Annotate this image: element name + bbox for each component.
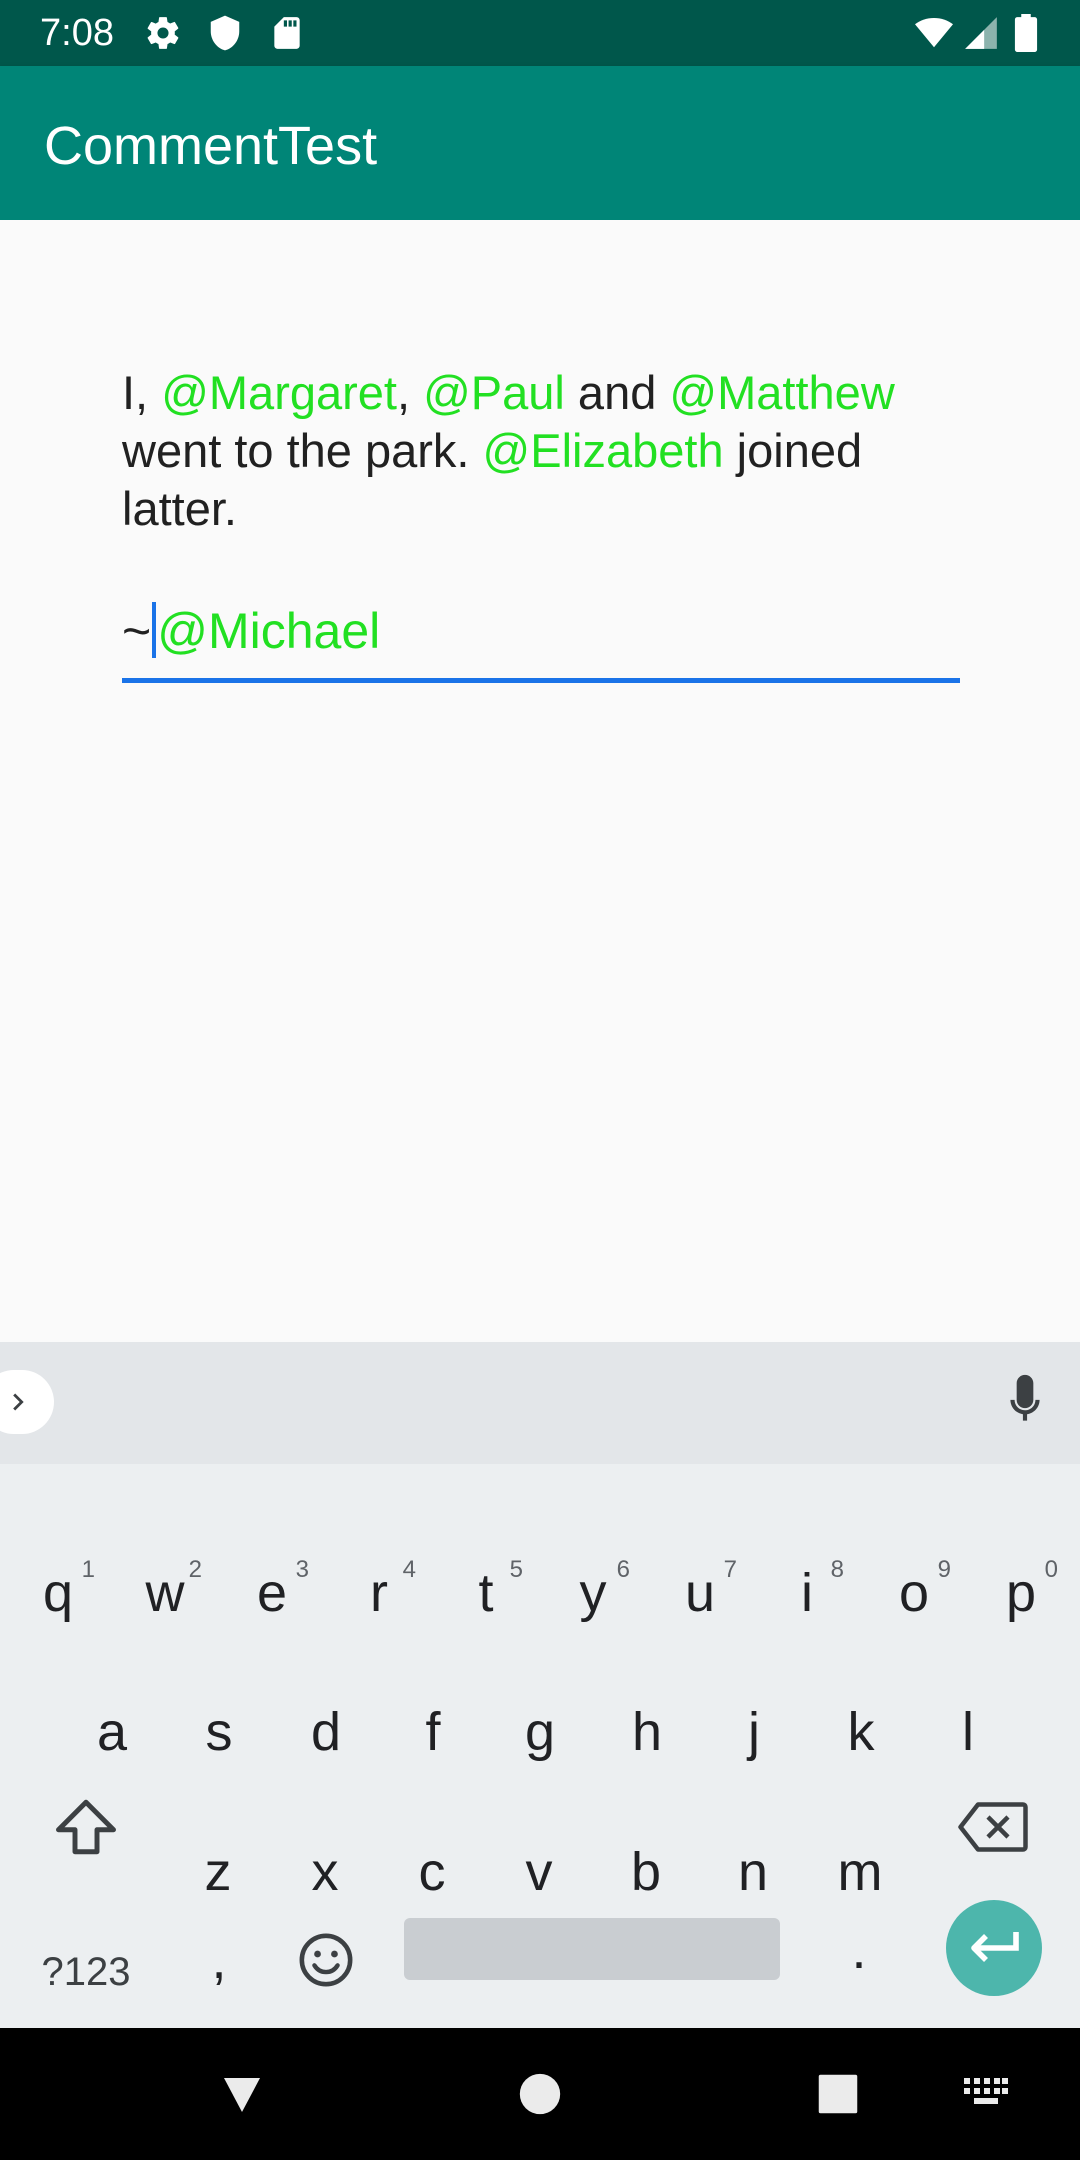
key-v[interactable]: v xyxy=(486,1812,592,1932)
key-m[interactable]: m xyxy=(807,1812,913,1932)
comment-text: I, @Margaret, @Paul and @Matthew went to… xyxy=(122,364,982,538)
comment-input[interactable]: ~ @Michael xyxy=(122,593,960,683)
input-mention: @Michael xyxy=(157,603,381,659)
key-label: o xyxy=(898,1563,930,1623)
key-k[interactable]: k xyxy=(808,1672,914,1792)
key-label: u xyxy=(684,1563,716,1623)
key-r[interactable]: r4 xyxy=(326,1533,432,1653)
key-f[interactable]: f xyxy=(380,1672,486,1792)
key-b[interactable]: b xyxy=(593,1812,699,1932)
home-icon[interactable] xyxy=(510,2064,570,2124)
key-hint: 0 xyxy=(1044,1556,1058,1583)
key-l[interactable]: l xyxy=(915,1672,1021,1792)
key-p[interactable]: p0 xyxy=(968,1533,1074,1653)
key-c[interactable]: c xyxy=(379,1812,485,1932)
mention-tag: @Elizabeth xyxy=(482,424,724,477)
wifi-icon xyxy=(912,14,956,52)
key-label: x xyxy=(311,1842,339,1902)
key-o[interactable]: o9 xyxy=(861,1533,967,1653)
key-hint: 3 xyxy=(295,1556,309,1583)
app-bar: CommentTest xyxy=(0,66,1080,220)
status-bar: 7:08 xyxy=(0,0,1080,66)
key-label: s xyxy=(205,1702,233,1762)
key-d[interactable]: d xyxy=(273,1672,379,1792)
key-label: r xyxy=(370,1563,388,1623)
key-label: d xyxy=(310,1702,342,1762)
key-label: n xyxy=(737,1842,769,1902)
key-hint: 8 xyxy=(830,1556,844,1583)
key-y[interactable]: y6 xyxy=(540,1533,646,1653)
mention-tag: @Matthew xyxy=(669,366,895,419)
battery-icon xyxy=(1008,14,1044,52)
recents-icon[interactable] xyxy=(808,2064,868,2124)
key-hint: 1 xyxy=(81,1556,95,1583)
key-label: w xyxy=(145,1563,185,1623)
settings-icon xyxy=(144,14,182,52)
key-e[interactable]: e3 xyxy=(219,1533,325,1653)
key-hint: 9 xyxy=(937,1556,951,1583)
text-cursor xyxy=(152,602,157,658)
expand-arrow-icon[interactable] xyxy=(0,1370,54,1434)
keyboard-switch-icon[interactable] xyxy=(956,2064,1016,2124)
key-label: y xyxy=(579,1563,607,1623)
key-hint: 6 xyxy=(616,1556,630,1583)
key-label: j xyxy=(748,1702,760,1762)
microphone-icon[interactable] xyxy=(1000,1374,1050,1434)
comment-text-segment: I, xyxy=(122,366,162,419)
key-label: c xyxy=(418,1842,446,1902)
suggestion-bar xyxy=(0,1342,1080,1464)
key-n[interactable]: n xyxy=(700,1812,806,1932)
key-x[interactable]: x xyxy=(272,1812,378,1932)
symbols-key[interactable]: ?123 xyxy=(18,1912,154,2032)
key-label: a xyxy=(96,1702,128,1762)
key-label: t xyxy=(478,1563,494,1623)
key-label: h xyxy=(631,1702,663,1762)
key-label: f xyxy=(425,1702,441,1762)
key-label: b xyxy=(630,1842,662,1902)
key-label: g xyxy=(524,1702,556,1762)
key-label: i xyxy=(801,1563,813,1623)
key-i[interactable]: i8 xyxy=(754,1533,860,1653)
key-a[interactable]: a xyxy=(59,1672,165,1792)
mention-tag: @Paul xyxy=(423,366,565,419)
comment-text-segment: and xyxy=(564,366,670,419)
back-icon[interactable] xyxy=(212,2064,272,2124)
key-s[interactable]: s xyxy=(166,1672,272,1792)
mention-tag: @Margaret xyxy=(161,366,397,419)
comment-input-text[interactable]: ~ @Michael xyxy=(122,601,380,661)
comment-text-segment: , xyxy=(396,366,424,419)
key-h[interactable]: h xyxy=(594,1672,700,1792)
key-q[interactable]: q1 xyxy=(5,1533,111,1653)
key-hint: 4 xyxy=(402,1556,416,1583)
app-title: CommentTest xyxy=(44,116,378,176)
key-label: v xyxy=(525,1842,553,1902)
enter-icon[interactable] xyxy=(946,1900,1042,1996)
key-w[interactable]: w2 xyxy=(112,1533,218,1653)
key-z[interactable]: z xyxy=(165,1812,271,1932)
soft-keyboard: ?123 , . q1w2e3r4t5y6u7i8o9p0asdfghjklzx… xyxy=(0,1342,1080,2028)
sd-card-icon xyxy=(268,14,306,52)
key-label: e xyxy=(256,1563,288,1623)
key-label: q xyxy=(42,1563,74,1623)
key-t[interactable]: t5 xyxy=(433,1533,539,1653)
key-u[interactable]: u7 xyxy=(647,1533,753,1653)
key-hint: 7 xyxy=(723,1556,737,1583)
key-label: m xyxy=(837,1842,883,1902)
key-label: l xyxy=(962,1702,974,1762)
key-label: p xyxy=(1005,1563,1037,1623)
comment-text-segment: went to the park. xyxy=(122,424,483,477)
navigation-bar xyxy=(0,2028,1080,2160)
key-hint: 5 xyxy=(509,1556,523,1583)
key-j[interactable]: j xyxy=(701,1672,807,1792)
key-hint: 2 xyxy=(188,1556,202,1583)
key-label: z xyxy=(204,1842,232,1902)
key-label: k xyxy=(847,1702,875,1762)
shield-icon xyxy=(206,14,244,52)
content-area: I, @Margaret, @Paul and @Matthew went to… xyxy=(0,220,1080,1342)
key-g[interactable]: g xyxy=(487,1672,593,1792)
input-prefix: ~ xyxy=(122,603,152,659)
status-time: 7:08 xyxy=(40,12,114,54)
cellular-signal-icon xyxy=(962,14,1000,52)
